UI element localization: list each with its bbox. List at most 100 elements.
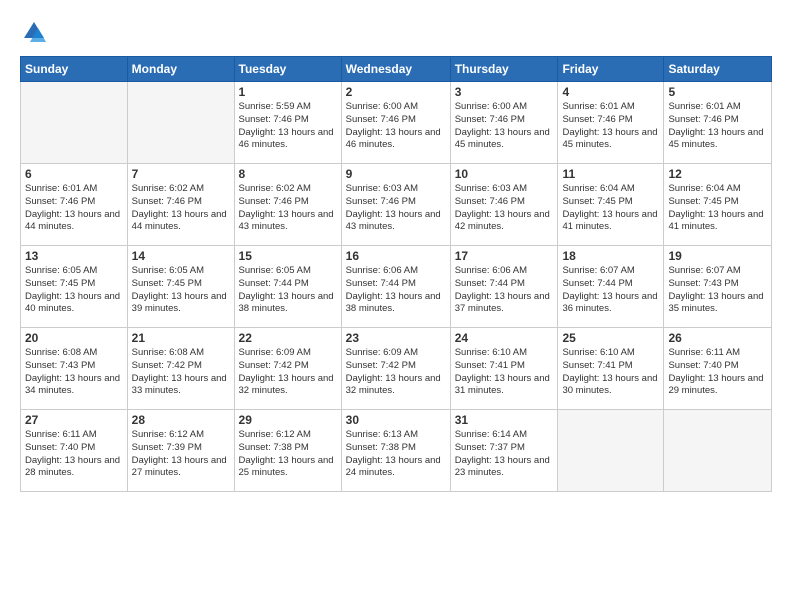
day-number: 5 [668, 85, 767, 99]
day-number: 30 [346, 413, 446, 427]
day-info: Sunrise: 6:01 AM Sunset: 7:46 PM Dayligh… [25, 183, 123, 234]
calendar-week-2: 6 Sunrise: 6:01 AM Sunset: 7:46 PM Daylig… [21, 164, 772, 246]
day-number: 14 [132, 249, 230, 263]
calendar-cell: 9 Sunrise: 6:03 AM Sunset: 7:46 PM Daylig… [341, 164, 450, 246]
day-number: 29 [239, 413, 337, 427]
day-info: Sunrise: 6:00 AM Sunset: 7:46 PM Dayligh… [455, 101, 554, 152]
day-number: 13 [25, 249, 123, 263]
calendar-week-3: 13 Sunrise: 6:05 AM Sunset: 7:45 PM Dayli… [21, 246, 772, 328]
day-info: Sunrise: 6:08 AM Sunset: 7:42 PM Dayligh… [132, 347, 230, 398]
calendar-cell: 21 Sunrise: 6:08 AM Sunset: 7:42 PM Dayli… [127, 328, 234, 410]
calendar-cell: 16 Sunrise: 6:06 AM Sunset: 7:44 PM Dayli… [341, 246, 450, 328]
day-info: Sunrise: 6:01 AM Sunset: 7:46 PM Dayligh… [562, 101, 659, 152]
day-info: Sunrise: 6:04 AM Sunset: 7:45 PM Dayligh… [562, 183, 659, 234]
day-info: Sunrise: 6:05 AM Sunset: 7:44 PM Dayligh… [239, 265, 337, 316]
day-number: 1 [239, 85, 337, 99]
calendar-cell: 27 Sunrise: 6:11 AM Sunset: 7:40 PM Dayli… [21, 410, 128, 492]
day-number: 8 [239, 167, 337, 181]
calendar-cell: 11 Sunrise: 6:04 AM Sunset: 7:45 PM Dayli… [558, 164, 664, 246]
weekday-saturday: Saturday [664, 57, 772, 82]
day-info: Sunrise: 6:00 AM Sunset: 7:46 PM Dayligh… [346, 101, 446, 152]
weekday-wednesday: Wednesday [341, 57, 450, 82]
calendar-cell: 1 Sunrise: 5:59 AM Sunset: 7:46 PM Daylig… [234, 82, 341, 164]
day-number: 3 [455, 85, 554, 99]
calendar-cell [664, 410, 772, 492]
calendar-cell: 30 Sunrise: 6:13 AM Sunset: 7:38 PM Dayli… [341, 410, 450, 492]
day-number: 16 [346, 249, 446, 263]
calendar-cell: 25Sunrise: 6:10 AM Sunset: 7:41 PM Dayli… [558, 328, 664, 410]
day-info: Sunrise: 6:12 AM Sunset: 7:38 PM Dayligh… [239, 429, 337, 480]
day-info: Sunrise: 6:11 AM Sunset: 7:40 PM Dayligh… [668, 347, 767, 398]
calendar-cell: 29 Sunrise: 6:12 AM Sunset: 7:38 PM Dayli… [234, 410, 341, 492]
calendar-cell: 4Sunrise: 6:01 AM Sunset: 7:46 PM Daylig… [558, 82, 664, 164]
calendar-cell: 28Sunrise: 6:12 AM Sunset: 7:39 PM Dayli… [127, 410, 234, 492]
calendar-week-5: 27 Sunrise: 6:11 AM Sunset: 7:40 PM Dayli… [21, 410, 772, 492]
day-number: 22 [239, 331, 337, 345]
day-info: Sunrise: 6:13 AM Sunset: 7:38 PM Dayligh… [346, 429, 446, 480]
page: SundayMondayTuesdayWednesdayThursdayFrid… [0, 0, 792, 612]
day-info: Sunrise: 5:59 AM Sunset: 7:46 PM Dayligh… [239, 101, 337, 152]
calendar-week-4: 20 Sunrise: 6:08 AM Sunset: 7:43 PM Dayli… [21, 328, 772, 410]
weekday-header-row: SundayMondayTuesdayWednesdayThursdayFrid… [21, 57, 772, 82]
calendar-cell [558, 410, 664, 492]
day-info: Sunrise: 6:08 AM Sunset: 7:43 PM Dayligh… [25, 347, 123, 398]
day-info: Sunrise: 6:14 AM Sunset: 7:37 PM Dayligh… [455, 429, 554, 480]
day-info: Sunrise: 6:05 AM Sunset: 7:45 PM Dayligh… [132, 265, 230, 316]
calendar-cell: 2 Sunrise: 6:00 AM Sunset: 7:46 PM Daylig… [341, 82, 450, 164]
weekday-thursday: Thursday [450, 57, 558, 82]
day-info: Sunrise: 6:02 AM Sunset: 7:46 PM Dayligh… [132, 183, 230, 234]
day-number: 2 [346, 85, 446, 99]
day-number: 24 [455, 331, 554, 345]
day-number: 23 [346, 331, 446, 345]
calendar-cell: 20 Sunrise: 6:08 AM Sunset: 7:43 PM Dayli… [21, 328, 128, 410]
calendar-cell: 22 Sunrise: 6:09 AM Sunset: 7:42 PM Dayli… [234, 328, 341, 410]
day-number: 6 [25, 167, 123, 181]
calendar-cell: 3 Sunrise: 6:00 AM Sunset: 7:46 PM Daylig… [450, 82, 558, 164]
day-number: 21 [132, 331, 230, 345]
day-number: 27 [25, 413, 123, 427]
day-number: 7 [132, 167, 230, 181]
calendar-table: SundayMondayTuesdayWednesdayThursdayFrid… [20, 56, 772, 492]
calendar-cell: 14 Sunrise: 6:05 AM Sunset: 7:45 PM Dayli… [127, 246, 234, 328]
day-number: 10 [455, 167, 554, 181]
logo [20, 18, 52, 46]
weekday-tuesday: Tuesday [234, 57, 341, 82]
day-info: Sunrise: 6:06 AM Sunset: 7:44 PM Dayligh… [346, 265, 446, 316]
day-info: Sunrise: 6:07 AM Sunset: 7:44 PM Dayligh… [562, 265, 659, 316]
calendar-cell: 13Sunrise: 6:05 AM Sunset: 7:45 PM Dayli… [21, 246, 128, 328]
calendar-cell: 26 Sunrise: 6:11 AM Sunset: 7:40 PM Dayli… [664, 328, 772, 410]
calendar-cell: 15 Sunrise: 6:05 AM Sunset: 7:44 PM Dayli… [234, 246, 341, 328]
calendar-cell: 19Sunrise: 6:07 AM Sunset: 7:43 PM Dayli… [664, 246, 772, 328]
day-info: Sunrise: 6:02 AM Sunset: 7:46 PM Dayligh… [239, 183, 337, 234]
day-number: 28 [132, 413, 230, 427]
calendar-cell: 17Sunrise: 6:06 AM Sunset: 7:44 PM Dayli… [450, 246, 558, 328]
calendar-cell: 10 Sunrise: 6:03 AM Sunset: 7:46 PM Dayli… [450, 164, 558, 246]
day-number: 26 [668, 331, 767, 345]
calendar-cell: 31 Sunrise: 6:14 AM Sunset: 7:37 PM Dayli… [450, 410, 558, 492]
day-number: 12 [668, 167, 767, 181]
day-info: Sunrise: 6:01 AM Sunset: 7:46 PM Dayligh… [668, 101, 767, 152]
weekday-sunday: Sunday [21, 57, 128, 82]
day-info: Sunrise: 6:10 AM Sunset: 7:41 PM Dayligh… [562, 347, 659, 398]
day-number: 9 [346, 167, 446, 181]
day-number: 11 [562, 167, 659, 181]
weekday-monday: Monday [127, 57, 234, 82]
day-info: Sunrise: 6:03 AM Sunset: 7:46 PM Dayligh… [346, 183, 446, 234]
day-info: Sunrise: 6:04 AM Sunset: 7:45 PM Dayligh… [668, 183, 767, 234]
calendar-cell: 12 Sunrise: 6:04 AM Sunset: 7:45 PM Dayli… [664, 164, 772, 246]
day-info: Sunrise: 6:10 AM Sunset: 7:41 PM Dayligh… [455, 347, 554, 398]
day-number: 15 [239, 249, 337, 263]
calendar-cell: 23Sunrise: 6:09 AM Sunset: 7:42 PM Dayli… [341, 328, 450, 410]
calendar-cell [127, 82, 234, 164]
day-info: Sunrise: 6:09 AM Sunset: 7:42 PM Dayligh… [239, 347, 337, 398]
logo-icon [20, 18, 48, 46]
calendar-cell: 5 Sunrise: 6:01 AM Sunset: 7:46 PM Daylig… [664, 82, 772, 164]
day-info: Sunrise: 6:03 AM Sunset: 7:46 PM Dayligh… [455, 183, 554, 234]
day-info: Sunrise: 6:11 AM Sunset: 7:40 PM Dayligh… [25, 429, 123, 480]
calendar-cell [21, 82, 128, 164]
calendar-cell: 24 Sunrise: 6:10 AM Sunset: 7:41 PM Dayli… [450, 328, 558, 410]
weekday-friday: Friday [558, 57, 664, 82]
day-number: 20 [25, 331, 123, 345]
day-number: 31 [455, 413, 554, 427]
day-number: 18 [562, 249, 659, 263]
